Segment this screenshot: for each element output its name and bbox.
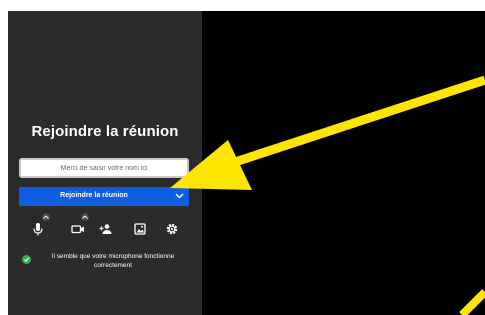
settings-icon [166, 223, 178, 235]
microphone-options-caret[interactable] [42, 213, 50, 221]
microphone-button[interactable] [30, 221, 46, 237]
background-icon [134, 223, 146, 235]
microphone-status: Il semble que votre microphone fonctionn… [22, 252, 192, 274]
chevron-up-icon [43, 215, 49, 219]
prejoin-panel: Rejoindre la réunion Rejoindre la réunio… [8, 11, 202, 315]
invite-icon [99, 224, 112, 234]
camera-button[interactable] [70, 221, 86, 237]
settings-button[interactable] [164, 221, 180, 237]
background-button[interactable] [132, 221, 148, 237]
check-circle-icon [22, 255, 31, 264]
microphone-status-text: Il semble que votre microphone fonctionn… [51, 253, 175, 269]
join-options-chevron[interactable] [170, 187, 189, 206]
microphone-icon [33, 223, 43, 236]
join-title: Rejoindre la réunion [31, 123, 179, 140]
chevron-up-icon [82, 215, 88, 219]
chevron-down-icon [175, 193, 184, 199]
join-button-label: Rejoindre la réunion [60, 192, 128, 199]
join-meeting-button[interactable]: Rejoindre la réunion [19, 187, 189, 206]
invite-button[interactable] [98, 221, 114, 237]
video-stage [202, 11, 485, 315]
name-input[interactable] [19, 158, 189, 178]
meeting-window: Rejoindre la réunion Rejoindre la réunio… [8, 11, 485, 315]
camera-options-caret[interactable] [81, 213, 89, 221]
camera-icon [71, 225, 84, 234]
device-toolbar [8, 213, 202, 241]
